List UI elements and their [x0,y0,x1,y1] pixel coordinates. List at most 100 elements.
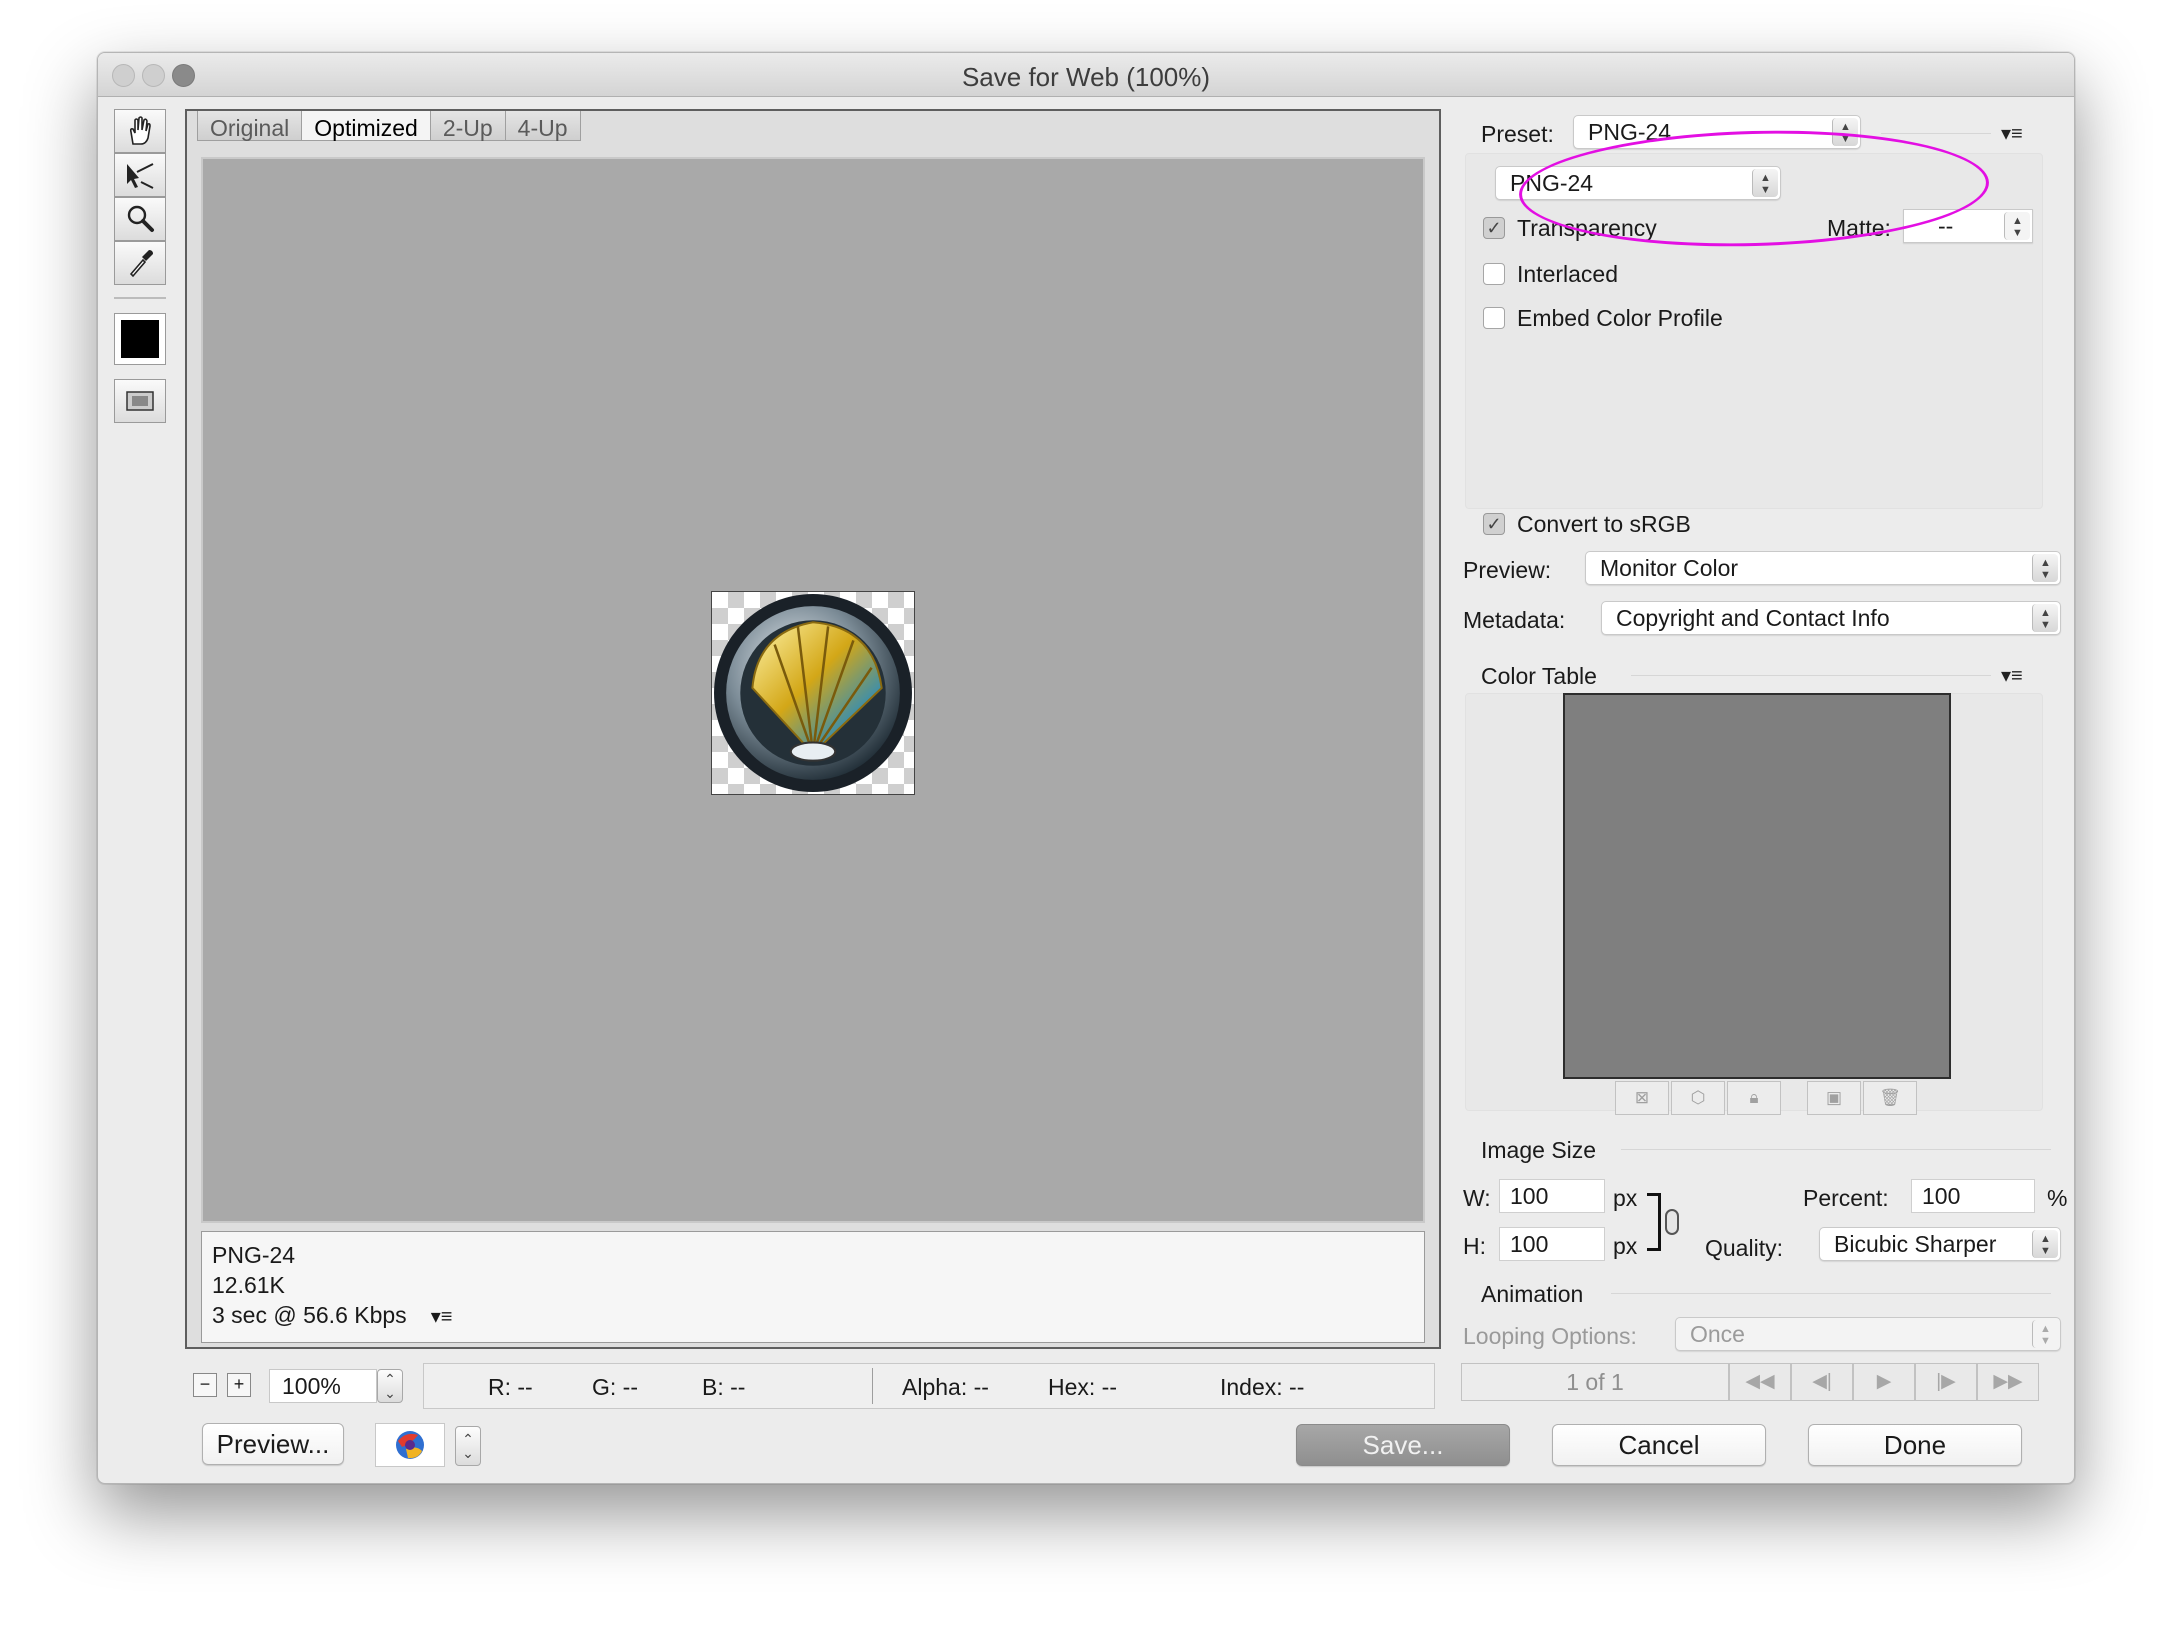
download-speed-menu-icon[interactable]: ▾≡ [431,1306,453,1328]
looping-options-value: Once [1690,1321,1745,1347]
transparency-checkbox[interactable]: ✓ [1483,217,1505,239]
toggle-slices-visibility-button[interactable] [114,379,166,423]
browser-globe-icon [396,1431,424,1459]
slice-select-icon [127,163,154,189]
looping-options-select[interactable]: Once ▲ ▼ [1675,1317,2061,1351]
matte-select[interactable]: -- ▲ ▼ [1903,209,2033,243]
eyedropper-color-swatch[interactable] [114,313,166,365]
preview-in-browser-button[interactable] [375,1423,445,1467]
color-table-title: Color Table [1481,663,1597,689]
preview-value: Monitor Color [1600,555,1739,581]
first-frame-button[interactable]: ◀◀ [1729,1363,1791,1401]
width-label: W: [1463,1185,1491,1211]
percent-unit: % [2047,1185,2068,1211]
color-readout: R: -- G: -- B: -- Alpha: -- Hex: -- Inde… [423,1363,1435,1409]
readout-g: G: -- [592,1374,638,1400]
save-for-web-window: Save for Web (100%) Original Optimized 2… [97,52,2075,1484]
color-table-menu-icon[interactable]: ▾≡ [2001,663,2023,688]
constrain-bracket [1647,1193,1661,1251]
title-bar: Save for Web (100%) [98,53,2074,97]
eyedropper-icon [129,250,153,278]
tab-original[interactable]: Original [197,111,303,141]
lock-icon[interactable]: 🔒︎ [1727,1081,1781,1115]
metadata-label: Metadata: [1463,607,1566,633]
tab-4-up[interactable]: 4-Up [504,111,581,141]
height-field[interactable]: 100 [1499,1227,1605,1261]
new-color-icon[interactable]: ▣ [1807,1081,1861,1115]
readout-index: Index: -- [1220,1374,1305,1400]
percent-field[interactable]: 100 [1911,1179,2035,1213]
zoom-in-button[interactable]: + [227,1373,251,1397]
optimization-info: PNG-24 12.61K 3 sec @ 56.6 Kbps ▾≡ [201,1231,1425,1343]
info-download-time: 3 sec @ 56.6 Kbps [212,1302,407,1328]
shell-logo-image [714,594,912,792]
map-transparent-icon[interactable]: ⊠ [1615,1081,1669,1115]
last-frame-button[interactable]: ▶▶ [1977,1363,2039,1401]
preset-select[interactable]: PNG-24 ▲ ▼ [1573,115,1861,149]
hand-tool[interactable] [114,109,166,153]
settings-panel: Preset: PNG-24 ▲ ▼ ▾≡ PNG-24 ▲ ▼ ✓ Transpa… [1461,109,2067,1449]
next-frame-button[interactable]: |▶ [1915,1363,1977,1401]
color-table-toolbar: ⊠ ⬡ 🔒︎ ▣ 🗑︎ [1461,1081,2061,1115]
convert-srgb-label: Convert to sRGB [1517,511,1691,537]
zoom-icon [127,205,154,232]
quality-select[interactable]: Bicubic Sharper ▲ ▼ [1819,1227,2061,1261]
animation-controls: 1 of 1 ◀◀ ◀| ▶ |▶ ▶▶ [1461,1363,2051,1401]
previous-frame-button[interactable]: ◀| [1791,1363,1853,1401]
preview-panel: Original Optimized 2-Up 4-Up PNG-24 12.6… [185,109,1441,1349]
readout-hex: Hex: -- [1048,1374,1117,1400]
preview-select[interactable]: Monitor Color ▲ ▼ [1585,551,2061,585]
percent-label: Percent: [1803,1185,1889,1211]
tab-2-up[interactable]: 2-Up [429,111,506,141]
quality-label: Quality: [1705,1235,1783,1261]
transparency-label: Transparency [1517,215,1657,241]
preview-button[interactable]: Preview... [202,1423,344,1465]
metadata-value: Copyright and Contact Info [1616,605,1890,631]
convert-srgb-checkbox[interactable]: ✓ [1483,513,1505,535]
frame-counter: 1 of 1 [1461,1363,1729,1401]
quality-value: Bicubic Sharper [1834,1231,1997,1257]
animation-title: Animation [1481,1281,1584,1307]
interlaced-checkbox[interactable] [1483,263,1505,285]
view-tabs: Original Optimized 2-Up 4-Up [197,111,581,141]
matte-label: Matte: [1827,215,1891,241]
info-format: PNG-24 [212,1242,296,1268]
play-button[interactable]: ▶ [1853,1363,1915,1401]
trash-icon[interactable]: 🗑︎ [1863,1081,1917,1115]
zoom-level-stepper[interactable]: ⌃ ⌄ [377,1369,403,1403]
image-size-title: Image Size [1481,1137,1597,1163]
readout-r: R: -- [488,1374,533,1400]
image-canvas[interactable] [201,157,1425,1223]
tab-optimized[interactable]: Optimized [301,111,431,141]
looping-options-label: Looping Options: [1463,1323,1637,1349]
metadata-select[interactable]: Copyright and Contact Info ▲ ▼ [1601,601,2061,635]
chain-link-icon[interactable] [1665,1209,1679,1235]
optimize-menu-icon[interactable]: ▾≡ [2001,121,2023,146]
color-table-swatches[interactable] [1563,693,1951,1079]
chevron-updown-icon: ▲ ▼ [1752,169,1778,197]
info-file-size: 12.61K [212,1272,285,1298]
chevron-updown-icon: ▲ ▼ [2004,212,2030,240]
zoom-out-button[interactable]: − [193,1373,217,1397]
slices-icon [126,391,154,411]
chevron-updown-icon: ▲ ▼ [2032,554,2058,582]
optimized-image-preview [711,591,915,795]
readout-b: B: -- [702,1374,746,1400]
file-format-select[interactable]: PNG-24 ▲ ▼ [1495,166,1781,200]
chevron-updown-icon: ▲ ▼ [2032,1320,2058,1348]
zoom-level-field[interactable]: 100% [269,1369,377,1403]
web-shift-icon[interactable]: ⬡ [1671,1081,1725,1115]
height-label: H: [1463,1233,1486,1259]
readout-alpha: Alpha: -- [902,1374,989,1400]
file-format-value: PNG-24 [1510,170,1594,196]
width-field[interactable]: 100 [1499,1179,1605,1213]
preview-label: Preview: [1463,557,1552,583]
browser-select-stepper[interactable]: ⌃ ⌄ [455,1426,481,1466]
window-title: Save for Web (100%) [961,62,1211,92]
eyedropper-tool[interactable] [114,241,166,285]
embed-color-profile-checkbox[interactable] [1483,307,1505,329]
slice-select-tool[interactable] [114,153,166,197]
embed-color-profile-label: Embed Color Profile [1517,305,1723,331]
zoom-tool[interactable] [114,197,166,241]
status-bar: − + 100% ⌃ ⌄ R: -- G: -- B: -- Alpha: -- … [185,1363,1441,1409]
